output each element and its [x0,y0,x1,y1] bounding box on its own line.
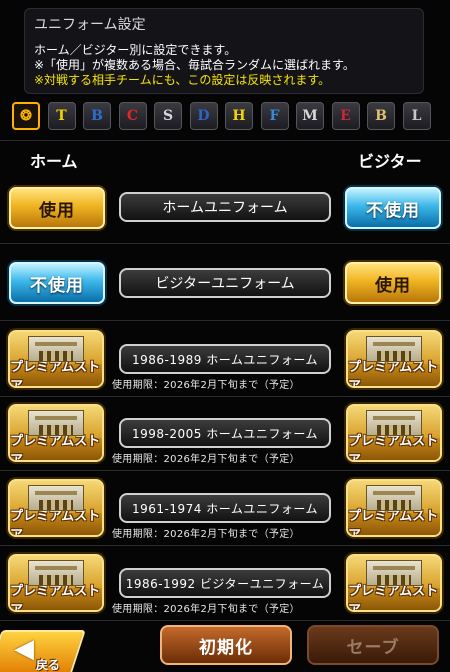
visitor-toggle-visitor-uniform[interactable]: 使用 [345,262,441,304]
hawk-shield-icon[interactable]: ❂ [12,102,40,130]
home-toggle-home-uniform[interactable]: 使用 [9,187,105,229]
store-building-icon [366,560,422,586]
hawks-logo-icon[interactable]: H [225,102,253,130]
uniform-visitor-button[interactable]: ビジターユニフォーム [119,268,331,298]
premium-store-button-visitor[interactable]: プレミアムストア [346,479,442,537]
save-button[interactable]: セーブ [307,625,439,665]
store-building-icon [28,336,84,362]
premium-store-button-visitor[interactable]: プレミアムストア [346,404,442,462]
carp-logo-icon[interactable]: C [118,102,147,130]
uniform-home-button[interactable]: ホームユニフォーム [119,192,331,222]
team-selector: ❂ T B C S D H F M E B L [12,102,442,132]
expiry-label: 使用期限：2026年2月下旬まで（予定） [112,380,300,391]
expiry-label: 使用期限：2026年2月下旬まで（予定） [112,454,300,465]
premium-store-label: プレミアムストア [348,434,440,462]
store-building-icon [366,410,422,436]
store-building-icon [366,336,422,362]
premium-store-button-visitor[interactable]: プレミアムストア [346,554,442,612]
divider [0,470,450,471]
premium-store-button-home[interactable]: プレミアムストア [8,404,104,462]
uniform-button[interactable]: 1998-2005 ホームユニフォーム [119,418,331,448]
divider [0,620,450,621]
description-line-1: ホーム／ビジター別に設定できます。 [34,43,237,57]
divider [0,320,450,321]
reset-button[interactable]: 初期化 [160,625,292,665]
visitor-toggle-home-uniform[interactable]: 不使用 [345,187,441,229]
lions-logo-icon[interactable]: L [402,102,431,130]
uniform-button[interactable]: 1961-1974 ホームユニフォーム [119,493,331,523]
store-building-icon [28,560,84,586]
eagles-logo-icon[interactable]: E [331,102,360,130]
premium-store-label: プレミアムストア [10,434,102,462]
store-building-icon [28,485,84,511]
description-line-3: ※対戦する相手チームにも、この設定は反映されます。 [34,73,331,87]
dragons-logo-icon[interactable]: D [189,102,218,130]
expiry-label: 使用期限：2026年2月下旬まで（予定） [112,604,300,615]
premium-store-button-home[interactable]: プレミアムストア [8,479,104,537]
back-arrow-icon: ◀ [14,634,34,664]
divider [0,545,450,546]
home-column-label: ホーム [30,152,78,171]
expiry-label: 使用期限：2026年2月下旬まで（予定） [112,529,300,540]
premium-store-label: プレミアムストア [10,509,102,537]
divider [0,140,450,141]
divider [0,396,450,397]
back-button-label: 戻る [36,658,61,672]
page-title: ユニフォーム設定 [34,17,146,33]
uniform-button[interactable]: 1986-1989 ホームユニフォーム [119,344,331,374]
buffaloes-logo-icon[interactable]: B [367,102,395,130]
premium-store-label: プレミアムストア [348,584,440,612]
premium-store-label: プレミアムストア [10,360,102,388]
uniform-button[interactable]: 1986-1992 ビジターユニフォーム [119,568,331,598]
premium-store-label: プレミアムストア [348,360,440,388]
premium-store-button-home[interactable]: プレミアムストア [8,554,104,612]
baystars-logo-icon[interactable]: B [83,102,111,130]
premium-store-button-home[interactable]: プレミアムストア [8,330,104,388]
description-line-2: ※「使用」が複数ある場合、毎試合ランダムに選ばれます。 [34,58,355,72]
fighters-logo-icon[interactable]: F [260,102,289,130]
visitor-column-label: ビジター [358,152,422,171]
premium-store-button-visitor[interactable]: プレミアムストア [346,330,442,388]
store-building-icon [28,410,84,436]
store-building-icon [366,485,422,511]
swallows-logo-icon[interactable]: S [154,102,182,130]
marines-logo-icon[interactable]: M [296,102,324,130]
home-toggle-visitor-uniform[interactable]: 不使用 [9,262,105,304]
premium-store-label: プレミアムストア [10,584,102,612]
tigers-logo-icon[interactable]: T [47,102,76,130]
divider [0,243,450,244]
premium-store-label: プレミアムストア [348,509,440,537]
